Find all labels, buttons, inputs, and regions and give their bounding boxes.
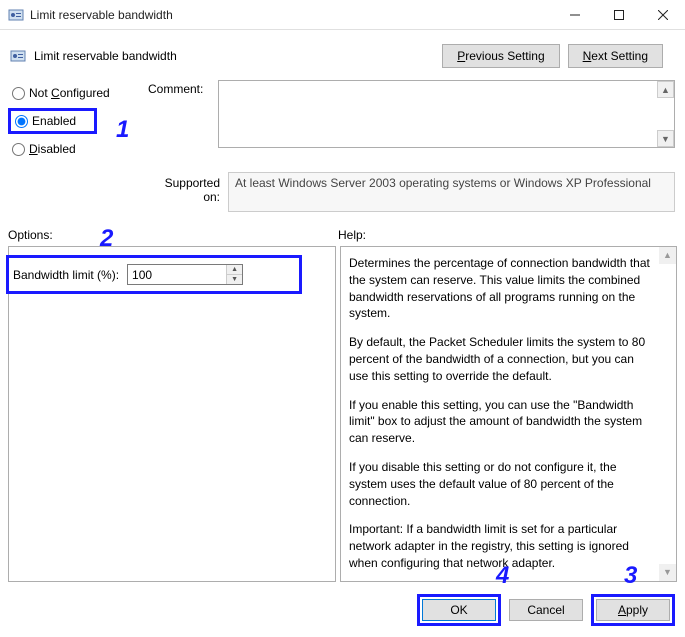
supported-on-text: At least Windows Server 2003 operating s… [228, 172, 675, 212]
radio-disabled[interactable]: Disabled [10, 136, 148, 162]
help-paragraph: If you disable this setting or do not co… [349, 459, 652, 509]
comment-textarea[interactable] [219, 81, 657, 147]
annotation-highlight-1: Enabled [8, 108, 97, 134]
window-title: Limit reservable bandwidth [24, 8, 553, 22]
help-paragraph: If you enable this setting, you can use … [349, 397, 652, 447]
annotation-highlight-4: OK [417, 594, 501, 626]
help-paragraph: By default, the Packet Scheduler limits … [349, 334, 652, 384]
radio-not-configured-label: Not Configured [29, 86, 110, 100]
state-radio-group: Not Configured Enabled Disabled [8, 80, 148, 162]
comment-box: ▲ ▼ [218, 80, 675, 148]
scroll-down-icon: ▼ [659, 564, 676, 581]
comment-label: Comment: [148, 80, 218, 162]
help-panel: Determines the percentage of connection … [340, 246, 677, 582]
apply-button[interactable]: Apply [596, 599, 670, 621]
bandwidth-limit-input[interactable] [128, 265, 226, 284]
scroll-up-icon[interactable]: ▲ [657, 81, 674, 98]
dialog-footer: OK Cancel Apply [0, 582, 685, 626]
policy-icon [8, 7, 24, 23]
bandwidth-limit-spinner[interactable]: ▲ ▼ [127, 264, 243, 285]
minimize-button[interactable] [553, 1, 597, 29]
titlebar: Limit reservable bandwidth [0, 0, 685, 30]
help-section-label: Help: [338, 228, 675, 242]
next-setting-button[interactable]: Next Setting [568, 44, 663, 68]
radio-disabled-label: Disabled [29, 142, 76, 156]
spinner-up-button[interactable]: ▲ [227, 265, 242, 275]
annotation-highlight-2: Bandwidth limit (%): ▲ ▼ [6, 255, 302, 294]
radio-not-configured-input[interactable] [12, 87, 25, 100]
radio-disabled-input[interactable] [12, 143, 25, 156]
close-button[interactable] [641, 1, 685, 29]
radio-not-configured[interactable]: Not Configured [10, 80, 148, 106]
policy-icon [10, 48, 26, 64]
help-paragraph: Important: If a bandwidth limit is set f… [349, 521, 652, 571]
spinner-down-button[interactable]: ▼ [227, 275, 242, 285]
bandwidth-limit-label: Bandwidth limit (%): [13, 268, 119, 282]
previous-setting-button[interactable]: Previous Setting [442, 44, 559, 68]
supported-on-label: Supported on: [148, 172, 228, 212]
annotation-highlight-3: Apply [591, 594, 675, 626]
header: Limit reservable bandwidth Previous Sett… [0, 30, 685, 74]
options-panel: Bandwidth limit (%): ▲ ▼ [8, 246, 336, 582]
cancel-button[interactable]: Cancel [509, 599, 583, 621]
help-paragraph: Determines the percentage of connection … [349, 255, 652, 322]
policy-title: Limit reservable bandwidth [34, 49, 442, 63]
radio-enabled-label: Enabled [32, 114, 76, 128]
maximize-button[interactable] [597, 1, 641, 29]
ok-button[interactable]: OK [422, 599, 496, 621]
scroll-up-icon: ▲ [659, 247, 676, 264]
radio-enabled-input[interactable] [15, 115, 28, 128]
scroll-down-icon[interactable]: ▼ [657, 130, 674, 147]
options-section-label: Options: [8, 228, 338, 242]
